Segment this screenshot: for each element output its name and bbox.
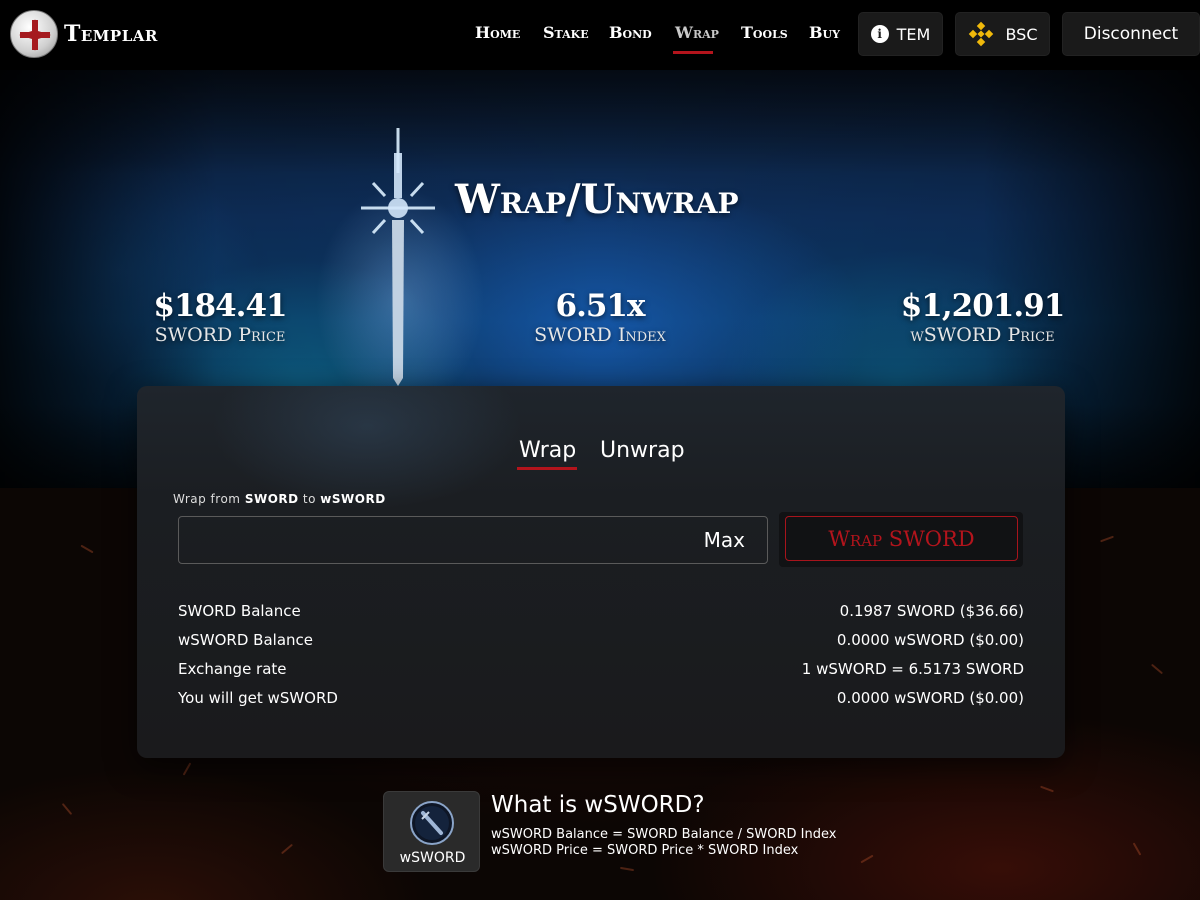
stat-label: wSWORD Price bbox=[910, 324, 1055, 346]
wrap-desc-mid: to bbox=[302, 492, 316, 506]
formula-line-price: wSWORD Price = SWORD Price * SWORD Index bbox=[491, 843, 799, 858]
network-button[interactable]: BSC bbox=[955, 12, 1050, 56]
info-row-label: Exchange rate bbox=[178, 660, 287, 678]
wrap-description: Wrap from SWORD to wSWORD bbox=[173, 492, 386, 506]
disconnect-button[interactable]: Disconnect bbox=[1062, 12, 1200, 56]
tem-label: TEM bbox=[896, 24, 931, 44]
info-row-sword-balance: SWORD Balance 0.1987 SWORD ($36.66) bbox=[178, 602, 1024, 624]
info-row-value: 0.0000 wSWORD ($0.00) bbox=[836, 689, 1024, 707]
info-row-label: You will get wSWORD bbox=[178, 689, 338, 707]
wrap-action-container: Wrap SWORD bbox=[779, 512, 1023, 567]
tab-unwrap[interactable]: Unwrap bbox=[600, 438, 685, 463]
stat-sword-price: $184.41 SWORD Price bbox=[120, 288, 320, 346]
nav-bond[interactable]: Bond bbox=[609, 23, 652, 42]
formula-line-balance: wSWORD Balance = SWORD Balance / SWORD I… bbox=[491, 827, 837, 842]
info-row-value: 0.0000 wSWORD ($0.00) bbox=[836, 631, 1024, 649]
info-row-you-will-get: You will get wSWORD 0.0000 wSWORD ($0.00… bbox=[178, 689, 1024, 711]
nav-active-indicator bbox=[673, 51, 713, 54]
stat-sword-index: 6.51x SWORD Index bbox=[500, 288, 700, 346]
info-row-wsword-balance: wSWORD Balance 0.0000 wSWORD ($0.00) bbox=[178, 631, 1024, 653]
stat-value: 6.51x bbox=[555, 288, 646, 324]
amount-field: Max bbox=[178, 516, 768, 564]
nav-stake[interactable]: Stake bbox=[543, 23, 589, 42]
stat-wsword-price: $1,201.91 wSWORD Price bbox=[880, 288, 1085, 346]
nav-tools[interactable]: Tools bbox=[741, 23, 788, 42]
wrap-sword-button[interactable]: Wrap SWORD bbox=[785, 516, 1018, 561]
tab-active-indicator bbox=[517, 467, 577, 470]
wrap-desc-from: SWORD bbox=[244, 492, 299, 506]
stat-label: SWORD Index bbox=[534, 324, 666, 346]
amount-input[interactable] bbox=[189, 525, 669, 557]
info-icon: i bbox=[870, 25, 889, 43]
tab-wrap[interactable]: Wrap bbox=[519, 438, 576, 463]
bsc-icon bbox=[967, 20, 995, 48]
logo[interactable]: Templar bbox=[10, 10, 158, 58]
page-title: Wrap/Unwrap bbox=[455, 176, 739, 223]
nav-wrap[interactable]: Wrap bbox=[675, 23, 719, 42]
top-navbar: Templar Home Stake Bond Wrap Tools Buy i… bbox=[0, 0, 1200, 70]
sword-emblem-icon bbox=[353, 128, 443, 392]
stat-value: $184.41 bbox=[153, 288, 287, 324]
logo-text: Templar bbox=[64, 21, 158, 47]
wsword-coin-icon bbox=[409, 800, 455, 850]
info-row-exchange-rate: Exchange rate 1 wSWORD = 6.5173 SWORD bbox=[178, 660, 1024, 682]
info-row-label: SWORD Balance bbox=[178, 602, 301, 620]
wrap-card: Wrap Unwrap Wrap from SWORD to wSWORD Ma… bbox=[137, 386, 1065, 758]
info-row-value: 1 wSWORD = 6.5173 SWORD bbox=[801, 660, 1024, 678]
stat-label: SWORD Price bbox=[154, 324, 286, 346]
info-row-value: 0.1987 SWORD ($36.66) bbox=[839, 602, 1024, 620]
disconnect-label: Disconnect bbox=[1083, 24, 1179, 44]
nav-buy[interactable]: Buy bbox=[809, 23, 840, 42]
wrap-desc-to: wSWORD bbox=[320, 492, 386, 506]
info-row-label: wSWORD Balance bbox=[178, 631, 313, 649]
wsword-token-tile: wSWORD bbox=[383, 791, 480, 872]
tem-button[interactable]: i TEM bbox=[858, 12, 943, 56]
max-button[interactable]: Max bbox=[704, 528, 745, 552]
network-label: BSC bbox=[1005, 24, 1038, 44]
stat-value: $1,201.91 bbox=[900, 288, 1066, 324]
what-is-wsword-title: What is wSWORD? bbox=[491, 792, 705, 818]
nav-home[interactable]: Home bbox=[475, 23, 520, 42]
wsword-tile-label: wSWORD bbox=[399, 850, 466, 866]
wrap-desc-prefix: Wrap from bbox=[173, 492, 241, 506]
templar-cross-icon bbox=[10, 10, 58, 58]
